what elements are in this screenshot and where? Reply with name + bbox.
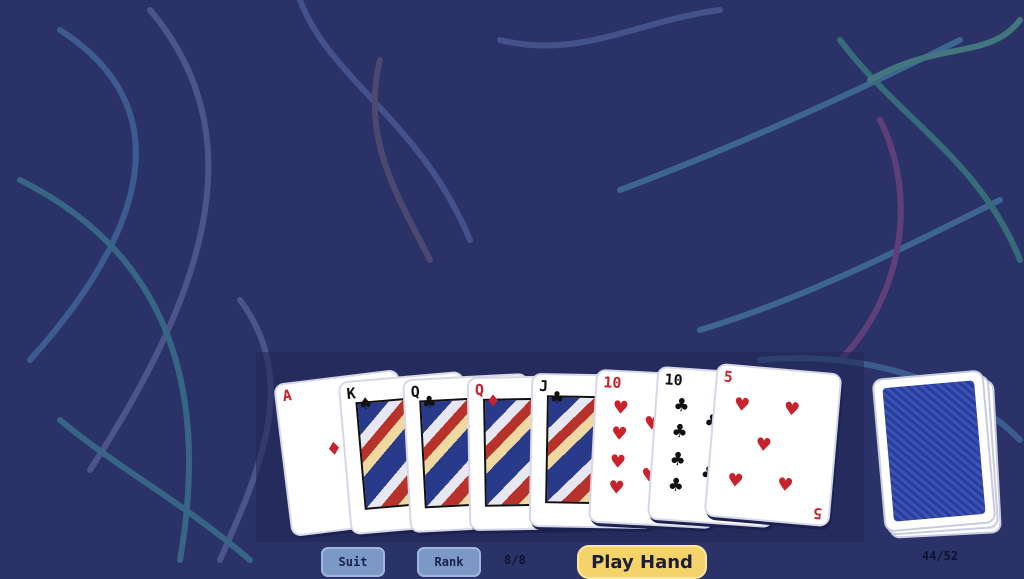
suit-pip-icon: ♥ [609, 475, 624, 502]
suit-pip-icon: ♣ [673, 393, 689, 419]
suit-pip-icon: ♥ [613, 395, 628, 422]
hand-count: 8/8 [504, 553, 526, 567]
deck-count: 44/52 [922, 549, 959, 563]
suit-pip-icon: ♥ [777, 472, 793, 499]
suit-pip-icon: ♥ [610, 449, 626, 476]
card-rank: 5 [723, 367, 734, 387]
playing-card[interactable]: 5 5 ♥ ♥ ♥ ♥ ♥ [705, 364, 841, 526]
play-hand-button[interactable]: Play Hand [577, 545, 707, 579]
suit-pip-icon: ♥ [755, 432, 772, 459]
sort-rank-button[interactable]: Rank [417, 547, 481, 577]
suit-pip-icon: ♥ [727, 468, 744, 495]
suit-pip-icon: ♣ [670, 446, 686, 473]
suit-icon: ♠ [358, 390, 373, 416]
card-rank: A [281, 386, 293, 406]
card-rank: Q [474, 380, 485, 399]
card-rank: J [538, 377, 549, 396]
suit-pip-icon: ♣ [672, 419, 688, 445]
card-back-icon[interactable] [873, 371, 995, 531]
suit-icon: ♣ [550, 385, 564, 410]
suit-pip-icon: ♥ [784, 396, 800, 424]
suit-icon: ♣ [422, 389, 436, 415]
suit-pip-icon: ♦ [326, 436, 343, 464]
card-back-pattern [882, 380, 986, 522]
suit-pip-icon: ♥ [734, 392, 750, 419]
card-rank: 10 [602, 373, 622, 393]
suit-icon: ♦ [486, 388, 500, 413]
suit-pip-icon: ♥ [612, 421, 627, 448]
suit-pip-icon: ♣ [668, 472, 684, 499]
card-rank: Q [410, 382, 421, 401]
sort-suit-button[interactable]: Suit [321, 547, 385, 577]
card-rank: K [345, 384, 357, 404]
card-rank: 10 [663, 370, 684, 390]
card-rank-bottom: 5 [812, 503, 823, 523]
